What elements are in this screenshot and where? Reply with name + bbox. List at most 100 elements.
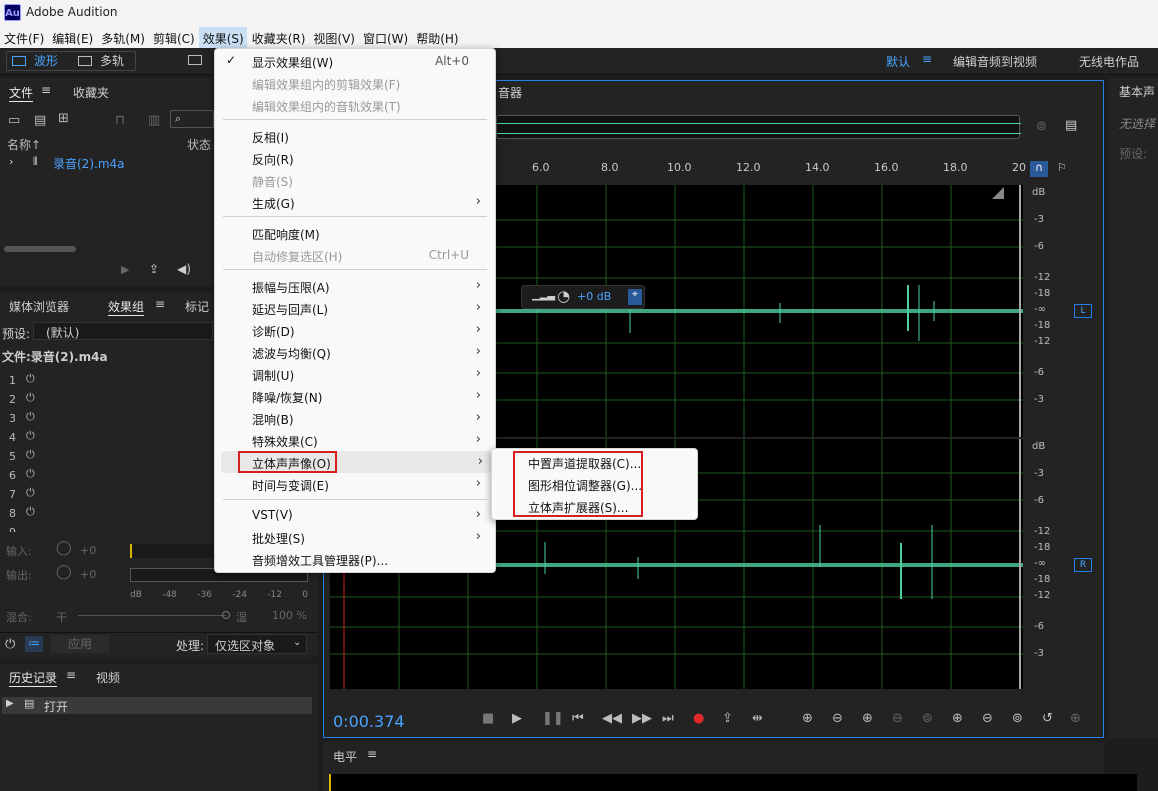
menu-item-time-pitch[interactable]: 时间与变调(E) ›	[215, 473, 495, 495]
menu-item-show-rack[interactable]: ✓ 显示效果组(W) Alt+0	[215, 50, 495, 72]
workspace-edit-video[interactable]: 编辑音频到视频	[953, 53, 1037, 70]
effect-slot[interactable]: 6 ⏻	[0, 467, 214, 486]
pin-icon[interactable]: ⌖	[628, 289, 642, 305]
effect-slot[interactable]: 5 ⏻	[0, 448, 214, 467]
menu-item-special[interactable]: 特殊效果(C) ›	[215, 429, 495, 451]
submenu-graphic-phase-shifter[interactable]: 图形相位调整器(G)...	[528, 477, 642, 494]
power-icon[interactable]: ⏻	[26, 505, 35, 519]
input-knob-icon[interactable]: ◯	[56, 540, 72, 556]
menu-edit[interactable]: 编辑(E)	[48, 27, 96, 48]
spectral-icon[interactable]	[188, 55, 202, 65]
hud-volume[interactable]: ▁▂▃ ◔ +0 dB ⌖	[521, 285, 645, 309]
zoom-selection-icon[interactable]: ⊚	[1012, 711, 1023, 726]
channel-l-toggle[interactable]: L	[1074, 304, 1092, 318]
volume-knob-icon[interactable]: ◔	[557, 287, 570, 305]
power-icon[interactable]: ⏻	[26, 429, 35, 443]
workspace-default[interactable]: 默认	[886, 53, 910, 70]
open-file-icon[interactable]: ▭	[8, 113, 20, 128]
multitrack-view-button[interactable]: 多轨	[76, 52, 124, 70]
menu-item-plugin-manager[interactable]: 音频增效工具管理器(P)...	[215, 548, 495, 570]
menu-item-reverb[interactable]: 混响(B) ›	[215, 407, 495, 429]
panel-menu-icon[interactable]: ≡	[155, 297, 165, 311]
import-icon[interactable]: ▤	[34, 113, 46, 128]
file-name[interactable]: 录音(2).m4a	[53, 155, 125, 172]
menu-item-amplitude[interactable]: 振幅与压限(A) ›	[215, 275, 495, 297]
menu-window[interactable]: 窗口(W)	[359, 27, 411, 48]
loop-icon[interactable]: ⇪	[722, 711, 733, 726]
file-row[interactable]: › ⫴ 录音(2).m4a	[0, 154, 214, 172]
skip-forward-icon[interactable]: ⏭	[662, 711, 674, 726]
current-time[interactable]: 0:00.374	[333, 712, 405, 731]
preset-select[interactable]: (默认)	[33, 322, 213, 340]
menu-clip[interactable]: 剪辑(C)	[149, 27, 198, 48]
mix-slider[interactable]	[78, 615, 226, 616]
time-ruler[interactable]: 6.0 8.0 10.0 12.0 14.0 16.0 18.0 20	[496, 161, 1026, 177]
tab-favorites[interactable]: 收藏夹	[73, 84, 109, 101]
effect-slot[interactable]: 2 ⏻	[0, 391, 214, 410]
panel-menu-icon[interactable]: ≡	[41, 83, 51, 97]
menu-item-modulation[interactable]: 调制(U) ›	[215, 363, 495, 385]
menu-view[interactable]: 视图(V)	[309, 27, 358, 48]
zoom-in-point-icon[interactable]: ⊕	[952, 711, 963, 726]
col-status[interactable]: 状态	[187, 136, 211, 153]
workspace-menu-icon[interactable]: ≡	[922, 52, 932, 66]
power-icon[interactable]: ⏻	[26, 486, 35, 500]
submenu-stereo-expander[interactable]: 立体声扩展器(S)...	[528, 499, 628, 516]
power-icon[interactable]: ⏻	[26, 448, 35, 462]
menu-file[interactable]: 文件(F)	[0, 27, 47, 48]
mix-slider-handle[interactable]	[222, 611, 230, 619]
search-input[interactable]: ⌕	[170, 110, 214, 128]
zoom-reset-icon[interactable]: ↺	[1042, 711, 1053, 726]
tab-history[interactable]: 历史记录	[9, 669, 57, 686]
skip-back-icon[interactable]: ⏮	[572, 711, 584, 726]
effect-slot[interactable]: 8 ⏻	[0, 505, 214, 524]
spectral-toggle-icon[interactable]: ▤	[1065, 118, 1077, 133]
power-icon[interactable]: ⏻	[5, 637, 15, 652]
menu-favorites[interactable]: 收藏夹(R)	[248, 27, 309, 48]
autoplay-volume-icon[interactable]: ◀)	[177, 262, 191, 276]
zoom-out-point-icon[interactable]: ⊖	[982, 711, 993, 726]
overview-bar[interactable]	[496, 115, 1021, 139]
menu-help[interactable]: 帮助(H)	[412, 27, 461, 48]
menu-item-batch[interactable]: 批处理(S) ›	[215, 526, 495, 548]
zoom-in-amplitude-icon[interactable]: ⊕	[802, 711, 813, 726]
menu-item-invert[interactable]: 反相(I)	[215, 125, 495, 147]
play-icon[interactable]: ▶	[512, 711, 522, 726]
power-icon[interactable]: ⏻	[26, 372, 35, 386]
new-file-icon[interactable]: ⊞	[58, 111, 69, 126]
rewind-icon[interactable]: ◀◀	[602, 711, 622, 726]
waveform-view-button[interactable]: 波形	[10, 52, 58, 70]
menu-item-filter[interactable]: 滤波与均衡(Q) ›	[215, 341, 495, 363]
pause-icon[interactable]: ❚❚	[542, 711, 564, 726]
export-icon[interactable]: ⇪	[149, 262, 159, 276]
effect-slot[interactable]: 7 ⏻	[0, 486, 214, 505]
list-icon[interactable]: ≔	[25, 636, 43, 652]
fast-forward-icon[interactable]: ▶▶	[632, 711, 652, 726]
record-icon[interactable]: ●	[693, 711, 704, 726]
menu-item-match-loudness[interactable]: 匹配响度(M)	[215, 222, 495, 244]
power-icon[interactable]: ⏻	[26, 410, 35, 424]
channel-r-toggle[interactable]: R	[1074, 558, 1092, 572]
marker-pin-icon[interactable]: ⚐	[1057, 161, 1067, 174]
effect-slot[interactable]: 1 ⏻	[0, 372, 214, 391]
tab-effects-rack[interactable]: 效果组	[108, 298, 144, 315]
tab-markers[interactable]: 标记	[185, 298, 209, 315]
effect-slot[interactable]: 3 ⏻	[0, 410, 214, 429]
menu-item-reverse[interactable]: 反向(R)	[215, 147, 495, 169]
zoom-in-time-icon[interactable]: ⊕	[862, 711, 873, 726]
menu-effects[interactable]: 效果(S)	[198, 27, 247, 48]
skip-selection-icon[interactable]: ⇹	[752, 711, 763, 726]
panel-menu-icon[interactable]: ≡	[367, 747, 377, 761]
col-name[interactable]: 名称↑	[7, 136, 41, 153]
menu-multitrack[interactable]: 多轨(M)	[97, 27, 148, 48]
tab-files[interactable]: 文件	[9, 84, 33, 101]
power-icon[interactable]: ⏻	[26, 391, 35, 405]
zoom-out-amplitude-icon[interactable]: ⊖	[832, 711, 843, 726]
effect-slot[interactable]: 4 ⏻	[0, 429, 214, 448]
submenu-center-channel-extractor[interactable]: 中置声道提取器(C)...	[528, 455, 641, 472]
menu-item-vst[interactable]: VST(V) ›	[215, 504, 495, 526]
expand-chevron-icon[interactable]: ›	[9, 155, 13, 168]
menu-item-delay[interactable]: 延迟与回声(L) ›	[215, 297, 495, 319]
effect-slot[interactable]: 9	[0, 524, 214, 532]
workspace-radio[interactable]: 无线电作品	[1079, 53, 1139, 70]
